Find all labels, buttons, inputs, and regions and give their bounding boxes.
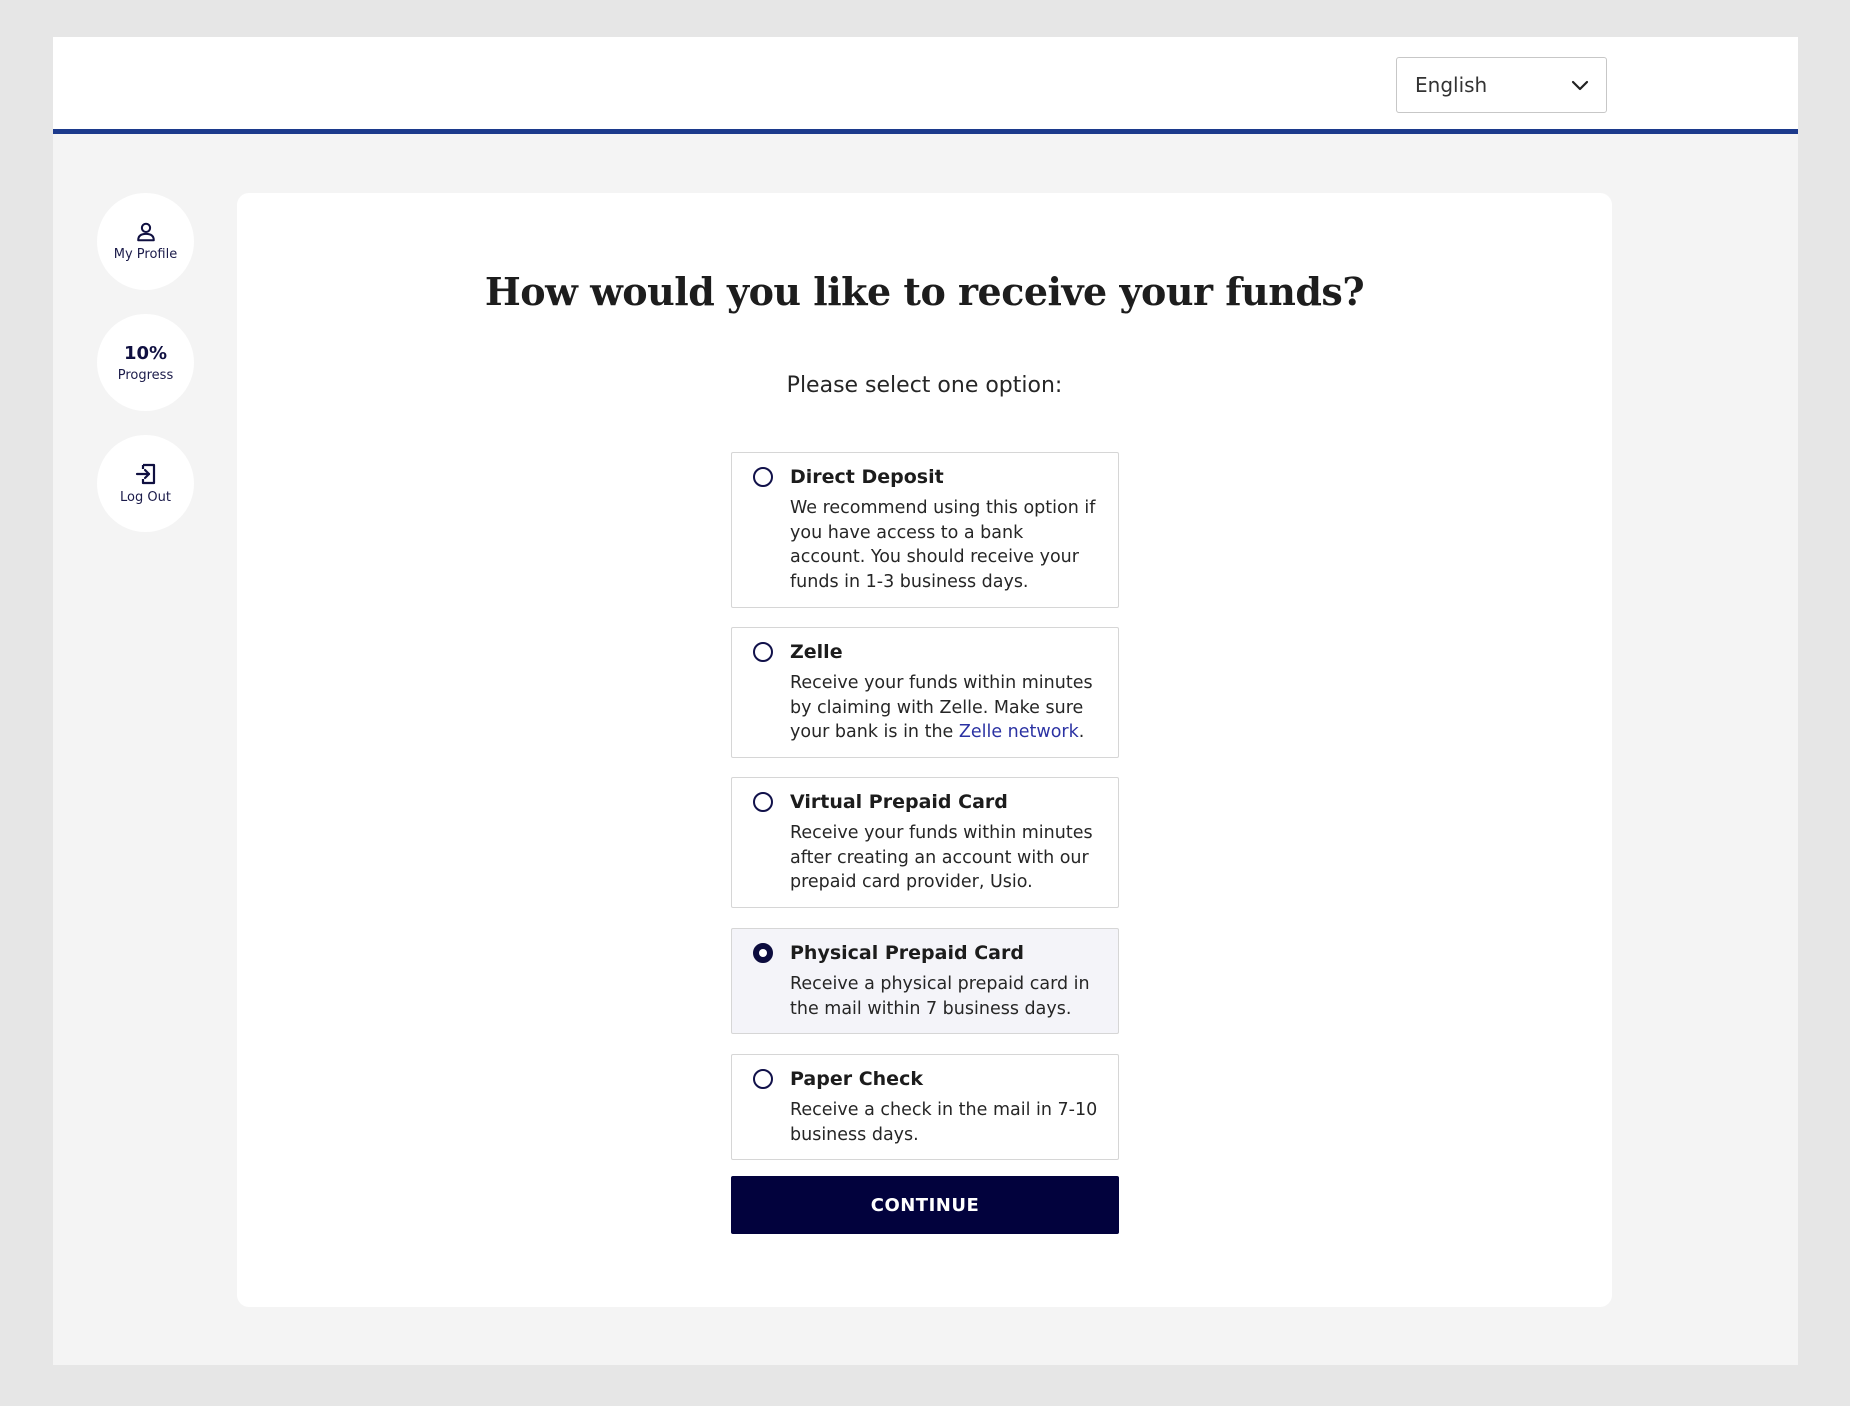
progress-indicator: 10% Progress xyxy=(97,314,194,411)
log-out-label: Log Out xyxy=(120,490,171,505)
language-select-value: English xyxy=(1415,73,1488,97)
app-frame: English My Profile 10% Progress Log Out … xyxy=(53,37,1798,1365)
option-description: Receive your funds within minutes after … xyxy=(790,823,1093,892)
option-title: Direct Deposit xyxy=(790,466,944,488)
option-paper-check[interactable]: Paper Check Receive a check in the mail … xyxy=(731,1054,1119,1160)
option-title: Virtual Prepaid Card xyxy=(790,791,1008,813)
radio-paper-check[interactable] xyxy=(753,1069,773,1089)
main-card: How would you like to receive your funds… xyxy=(237,193,1612,1307)
option-description-end: . xyxy=(1078,722,1085,742)
my-profile-label: My Profile xyxy=(113,247,178,262)
continue-button[interactable]: CONTINUE xyxy=(731,1176,1119,1234)
my-profile-button[interactable]: My Profile xyxy=(97,193,194,290)
option-description: Receive a physical prepaid card in the m… xyxy=(790,974,1090,1019)
progress-label: Progress xyxy=(117,367,174,383)
option-title: Physical Prepaid Card xyxy=(790,942,1024,964)
progress-value: 10% xyxy=(123,342,168,364)
radio-direct-deposit[interactable] xyxy=(753,467,773,487)
option-physical-prepaid-card[interactable]: Physical Prepaid Card Receive a physical… xyxy=(731,928,1119,1034)
zelle-network-link[interactable]: Zelle network xyxy=(959,722,1079,742)
option-virtual-prepaid-card[interactable]: Virtual Prepaid Card Receive your funds … xyxy=(731,777,1119,908)
log-out-button[interactable]: Log Out xyxy=(97,435,194,532)
option-title: Zelle xyxy=(790,641,843,663)
option-description: We recommend using this option if you ha… xyxy=(790,498,1096,592)
option-zelle[interactable]: Zelle Receive your funds within minutes … xyxy=(731,627,1119,758)
top-bar: English xyxy=(53,37,1798,134)
person-icon xyxy=(136,222,155,242)
option-description: Receive your funds within minutes by cla… xyxy=(790,671,1102,745)
chevron-down-icon xyxy=(1571,80,1589,91)
radio-virtual-prepaid-card[interactable] xyxy=(753,792,773,812)
option-title: Paper Check xyxy=(790,1068,923,1090)
option-direct-deposit[interactable]: Direct Deposit We recommend using this o… xyxy=(731,452,1119,608)
page-title: How would you like to receive your funds… xyxy=(484,269,1365,314)
instruction-text: Please select one option: xyxy=(786,373,1063,398)
option-description: Receive a check in the mail in 7-10 busi… xyxy=(790,1100,1098,1145)
language-select[interactable]: English xyxy=(1396,57,1607,113)
logout-icon xyxy=(135,463,155,485)
radio-zelle[interactable] xyxy=(753,642,773,662)
radio-physical-prepaid-card[interactable] xyxy=(753,943,773,963)
